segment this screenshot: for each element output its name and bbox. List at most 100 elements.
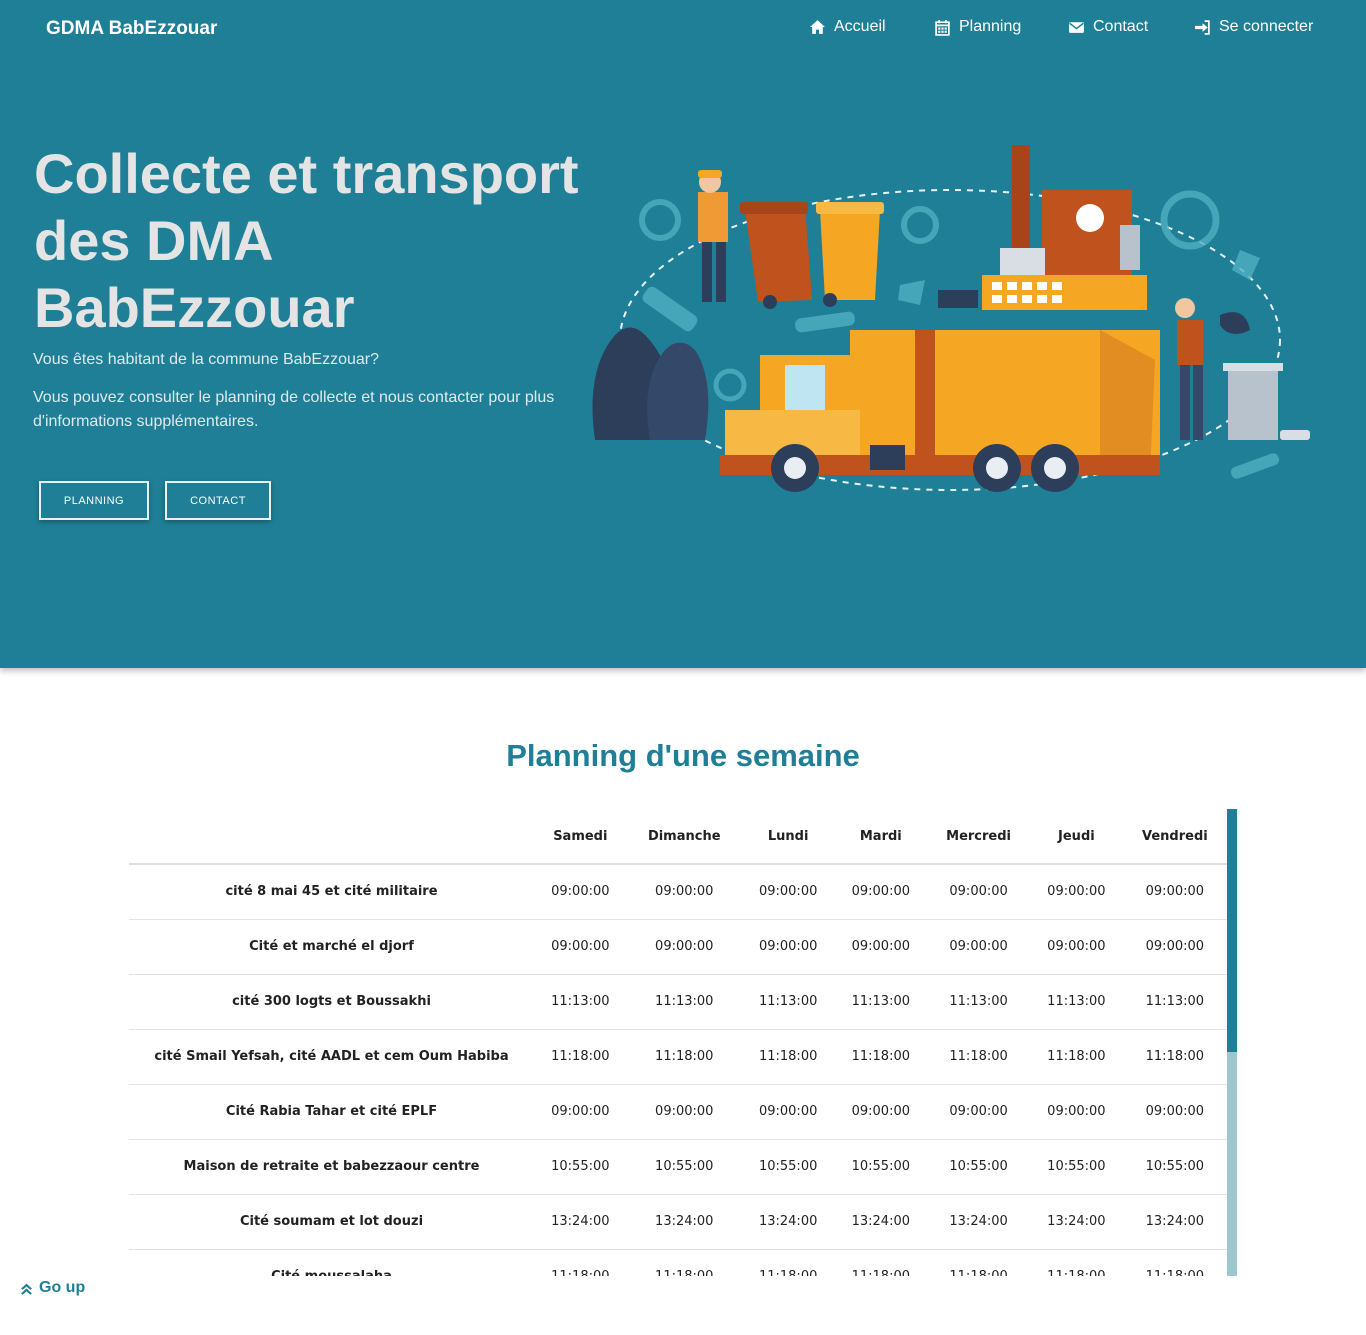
location-cell: Cité soumam et lot douzi <box>129 1194 534 1250</box>
table-row: Cité moussalaha11:18:0011:18:0011:18:001… <box>129 1249 1227 1276</box>
time-cell: 09:00:00 <box>741 864 835 920</box>
location-cell: Cité et marché el djorf <box>129 919 534 975</box>
nav-label: Planning <box>959 18 1022 35</box>
nav-label: Se connecter <box>1219 18 1314 35</box>
location-cell: Cité Rabia Tahar et cité EPLF <box>129 1084 534 1140</box>
time-cell: 13:24:00 <box>741 1194 835 1250</box>
calendar-icon <box>935 19 950 36</box>
planning-body: cité 8 mai 45 et cité militaire 09:00:00 0… <box>129 864 1227 1276</box>
time-cell: 09:00:00 <box>626 919 742 975</box>
hero-title: Collecte et transport des DMA BabEzzouar <box>34 142 579 339</box>
time-cell: 11:13:00 <box>534 974 627 1030</box>
time-cell: 09:00:00 <box>927 1084 1031 1140</box>
time-cell: 13:24:00 <box>1122 1194 1227 1250</box>
location-cell: cité 8 mai 45 et cité militaire <box>129 864 534 920</box>
time-cell: 09:00:00 <box>834 919 928 975</box>
time-cell: 11:18:00 <box>1030 1249 1123 1276</box>
time-cell: 10:55:00 <box>534 1139 627 1195</box>
waste-collection-illustration <box>592 145 1310 492</box>
time-cell: 11:13:00 <box>741 974 835 1030</box>
navbar: GDMA BabEzzouar Accueil Planning Contact… <box>0 0 1366 58</box>
time-cell: 11:18:00 <box>534 1249 627 1276</box>
time-cell: 09:00:00 <box>834 864 928 920</box>
time-cell: 11:18:00 <box>834 1029 928 1085</box>
sign-in-icon <box>1195 19 1210 35</box>
header-day: Dimanche <box>626 809 742 865</box>
time-cell: 11:18:00 <box>927 1029 1031 1085</box>
table-header-row: Samedi Dimanche Lundi Mardi Mercredi Jeu… <box>129 809 1227 865</box>
time-cell: 11:13:00 <box>1030 974 1123 1030</box>
contact-button[interactable]: CONTACT <box>165 481 271 520</box>
header-day: Mardi <box>834 809 928 865</box>
time-cell: 10:55:00 <box>927 1139 1031 1195</box>
time-cell: 11:13:00 <box>927 974 1031 1030</box>
time-cell: 09:00:00 <box>927 864 1031 920</box>
time-cell: 11:18:00 <box>741 1029 835 1085</box>
time-cell: 13:24:00 <box>834 1194 928 1250</box>
nav-label: Contact <box>1093 18 1149 35</box>
time-cell: 09:00:00 <box>1122 919 1227 975</box>
time-cell: 11:18:00 <box>741 1249 835 1276</box>
time-cell: 13:24:00 <box>626 1194 742 1250</box>
time-cell: 11:18:00 <box>1030 1029 1123 1085</box>
time-cell: 13:24:00 <box>927 1194 1031 1250</box>
time-cell: 13:24:00 <box>534 1194 627 1250</box>
home-icon <box>810 19 825 34</box>
time-cell: 09:00:00 <box>1030 1084 1123 1140</box>
time-cell: 09:00:00 <box>534 864 627 920</box>
time-cell: 10:55:00 <box>626 1139 742 1195</box>
go-up-label: Go up <box>39 1279 86 1296</box>
time-cell: 09:00:00 <box>834 1084 928 1140</box>
nav-item-planning[interactable]: Planning <box>934 18 1021 36</box>
header-day: Mercredi <box>927 809 1031 865</box>
go-up-link[interactable]: Go up <box>20 1279 85 1297</box>
time-cell: 09:00:00 <box>626 864 742 920</box>
table-row: cité Smail Yefsah, cité AADL et cem Oum … <box>129 1029 1227 1085</box>
planning-table-container[interactable]: Samedi Dimanche Lundi Mardi Mercredi Jeu… <box>129 809 1227 1276</box>
header-day: Lundi <box>741 809 835 865</box>
table-row: cité 8 mai 45 et cité militaire 09:00:00 0… <box>129 864 1227 920</box>
table-row: Cité et marché el djorf 09:00:00 09:00:00 0… <box>129 919 1227 975</box>
time-cell: 09:00:00 <box>927 919 1031 975</box>
time-cell: 11:18:00 <box>626 1029 742 1085</box>
header-location <box>129 809 534 865</box>
location-cell: Cité moussalaha <box>129 1249 534 1276</box>
brand-logo[interactable]: GDMA BabEzzouar <box>46 18 217 40</box>
time-cell: 10:55:00 <box>1030 1139 1123 1195</box>
location-cell: cité 300 logts et Boussakhi <box>129 974 534 1030</box>
envelope-icon <box>1069 21 1084 33</box>
time-cell: 11:13:00 <box>834 974 928 1030</box>
time-cell: 10:55:00 <box>834 1139 928 1195</box>
planning-button[interactable]: PLANNING <box>39 481 149 520</box>
time-cell: 11:18:00 <box>626 1249 742 1276</box>
nav-item-accueil[interactable]: Accueil <box>809 18 886 36</box>
nav-item-se-connecter[interactable]: Se connecter <box>1194 18 1313 36</box>
scrollbar-thumb[interactable] <box>1227 809 1237 1052</box>
nav-label: Accueil <box>834 18 886 35</box>
time-cell: 09:00:00 <box>1122 1084 1227 1140</box>
time-cell: 09:00:00 <box>741 1084 835 1140</box>
time-cell: 09:00:00 <box>626 1084 742 1140</box>
double-chevron-up-icon <box>21 1283 32 1295</box>
time-cell: 11:18:00 <box>834 1249 928 1276</box>
time-cell: 11:18:00 <box>927 1249 1031 1276</box>
time-cell: 09:00:00 <box>534 1084 627 1140</box>
header-day: Vendredi <box>1122 809 1227 865</box>
hero-description: Vous pouvez consulter le planning de col… <box>33 389 555 430</box>
nav-item-contact[interactable]: Contact <box>1068 18 1148 36</box>
location-cell: cité Smail Yefsah, cité AADL et cem Oum … <box>129 1029 534 1085</box>
hero-section: GDMA BabEzzouar Accueil Planning Contact… <box>0 0 1366 668</box>
time-cell: 09:00:00 <box>741 919 835 975</box>
time-cell: 11:18:00 <box>1122 1249 1227 1276</box>
time-cell: 09:00:00 <box>1030 864 1123 920</box>
location-cell: Maison de retraite et babezzaour centre <box>129 1139 534 1195</box>
time-cell: 11:13:00 <box>626 974 742 1030</box>
time-cell: 09:00:00 <box>1030 919 1123 975</box>
table-row: Cité soumam et lot douzi 13:24:00 13:24:00… <box>129 1194 1227 1250</box>
table-row: cité 300 logts et Boussakhi 11:13:00 11:13… <box>129 974 1227 1030</box>
time-cell: 09:00:00 <box>534 919 627 975</box>
time-cell: 10:55:00 <box>741 1139 835 1195</box>
time-cell: 09:00:00 <box>1122 864 1227 920</box>
time-cell: 11:18:00 <box>534 1029 627 1085</box>
planning-table: Samedi Dimanche Lundi Mardi Mercredi Jeu… <box>129 809 1227 1276</box>
